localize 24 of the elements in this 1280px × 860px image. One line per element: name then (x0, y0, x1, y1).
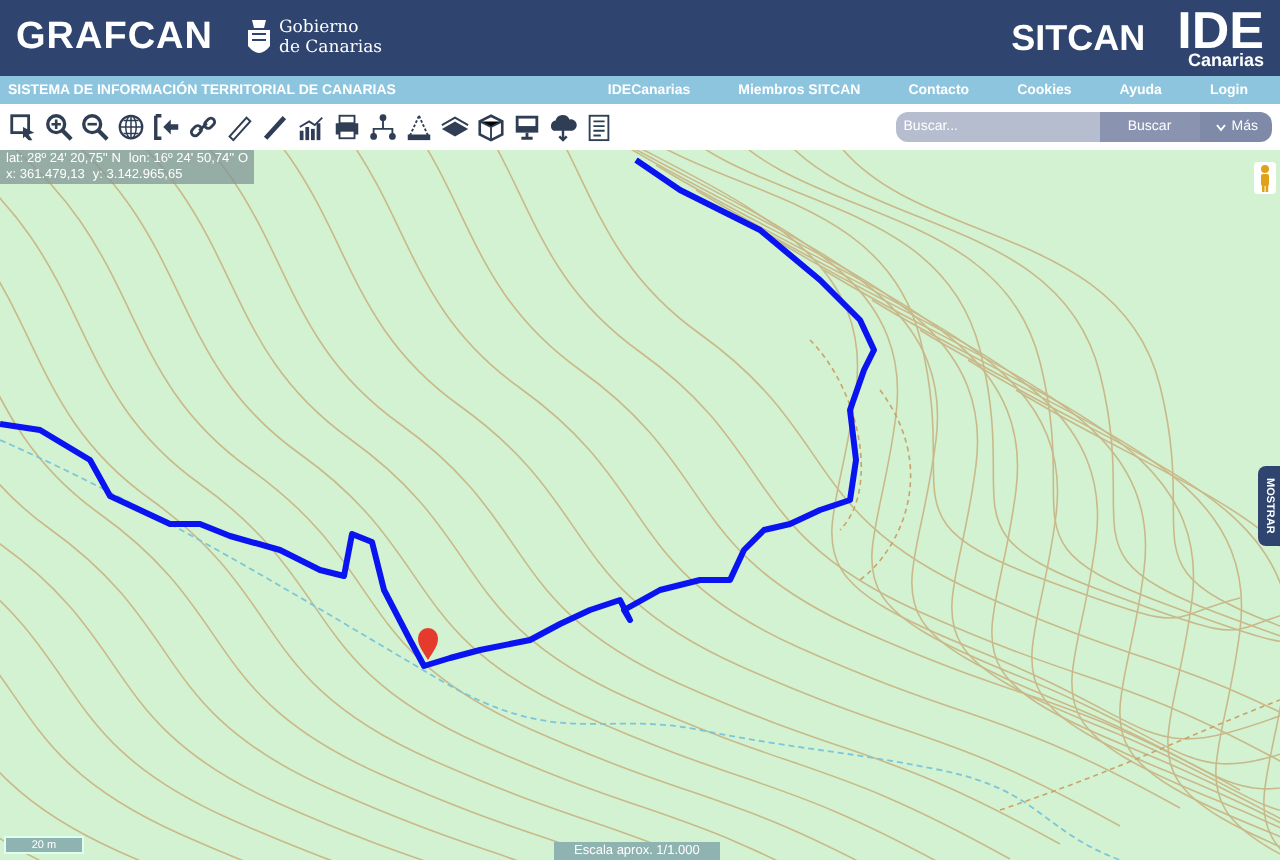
zoom-in-icon[interactable] (44, 112, 74, 142)
location-pin-icon[interactable] (418, 628, 438, 660)
ruler-icon[interactable] (260, 112, 290, 142)
layers-icon[interactable] (440, 112, 470, 142)
chevron-down-icon (1215, 123, 1226, 131)
sitcan-logo[interactable]: SITCAN (1011, 17, 1146, 59)
globe-icon[interactable] (116, 112, 146, 142)
government-logo-text: de Canarias (279, 38, 382, 58)
ide-logo-subtitle: Canarias (1187, 51, 1264, 69)
exit-icon[interactable] (152, 112, 182, 142)
ide-logo[interactable]: IDE (1177, 7, 1264, 51)
document-icon[interactable] (584, 112, 614, 142)
network-icon[interactable] (368, 112, 398, 142)
cube-icon[interactable] (476, 112, 506, 142)
zoom-out-icon[interactable] (80, 112, 110, 142)
government-logo-text: Gobierno (279, 18, 361, 38)
print-icon[interactable] (332, 112, 362, 142)
brand-logo[interactable]: GRAFCAN (16, 16, 213, 60)
select-icon[interactable] (8, 112, 38, 142)
link-icon[interactable] (188, 112, 218, 142)
chart-icon[interactable] (296, 112, 326, 142)
cloud-icon[interactable] (548, 112, 578, 142)
pencil-icon[interactable] (224, 112, 254, 142)
monitor-icon[interactable] (512, 112, 542, 142)
